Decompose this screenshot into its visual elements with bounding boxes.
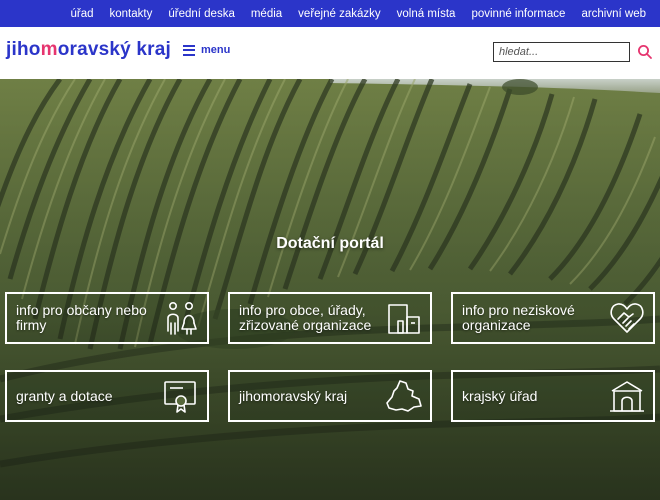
menu-button[interactable]: menu [183, 44, 230, 56]
top-nav-povinne-informace[interactable]: povinné informace [471, 8, 565, 20]
hamburger-icon [183, 44, 195, 56]
logo-text-2: m [40, 39, 58, 60]
top-nav-volna-mista[interactable]: volná místa [397, 8, 456, 20]
heart-hands-icon [610, 303, 644, 333]
page-title: Dotační portál [276, 235, 384, 252]
search-button[interactable] [637, 44, 653, 60]
region-map-icon [386, 380, 422, 412]
top-bar: úřad kontakty úřední deska média veřejné… [0, 0, 660, 27]
top-nav: úřad kontakty úřední deska média veřejné… [54, 0, 646, 27]
logo-text-3: oravský kraj [57, 39, 172, 60]
top-nav-kontakty[interactable]: kontakty [110, 8, 153, 20]
tile-label: info pro neziskové organizace [462, 302, 575, 333]
top-nav-verejne-zakazky[interactable]: veřejné zakázky [298, 8, 380, 20]
top-nav-uredni-deska[interactable]: úřední deska [168, 8, 235, 20]
tile-krajsky-urad[interactable]: krajský úřad [451, 370, 655, 422]
tile-label: krajský úřad [462, 387, 538, 404]
tile-label: jihomoravský kraj [239, 387, 348, 404]
top-nav-archivni-web[interactable]: archivní web [581, 8, 646, 20]
site-logo[interactable]: jihomoravský kraj [6, 39, 171, 61]
office-building-icon [610, 381, 644, 412]
tile-label: info pro obce, úřady, zřizované organiza… [239, 302, 372, 333]
logo-text-1: jiho [6, 39, 41, 60]
search-icon [638, 45, 652, 59]
buildings-icon [388, 304, 420, 334]
certificate-icon [164, 381, 196, 413]
tile-granty-dotace[interactable]: granty a dotace [5, 370, 209, 422]
people-icon [167, 301, 197, 335]
tile-jihomoravsky-kraj[interactable]: jihomoravský kraj [228, 370, 432, 422]
tile-obce-urady[interactable]: info pro obce, úřady, zřizované organiza… [228, 292, 432, 344]
vineyard-background-image [0, 79, 660, 500]
menu-label: menu [201, 44, 231, 56]
tile-label: info pro občany nebo firmy [16, 302, 147, 333]
top-nav-urad[interactable]: úřad [70, 8, 93, 20]
tile-neziskove-organizace[interactable]: info pro neziskové organizace [451, 292, 655, 344]
hero: Dotační portál info pro občany nebo firm… [0, 79, 660, 500]
header: jihomoravský kraj menu [0, 27, 660, 79]
top-nav-media[interactable]: média [251, 8, 282, 20]
search-input[interactable] [493, 42, 630, 62]
tile-obcane-firmy[interactable]: info pro občany nebo firmy [5, 292, 209, 344]
tile-label: granty a dotace [16, 387, 113, 404]
